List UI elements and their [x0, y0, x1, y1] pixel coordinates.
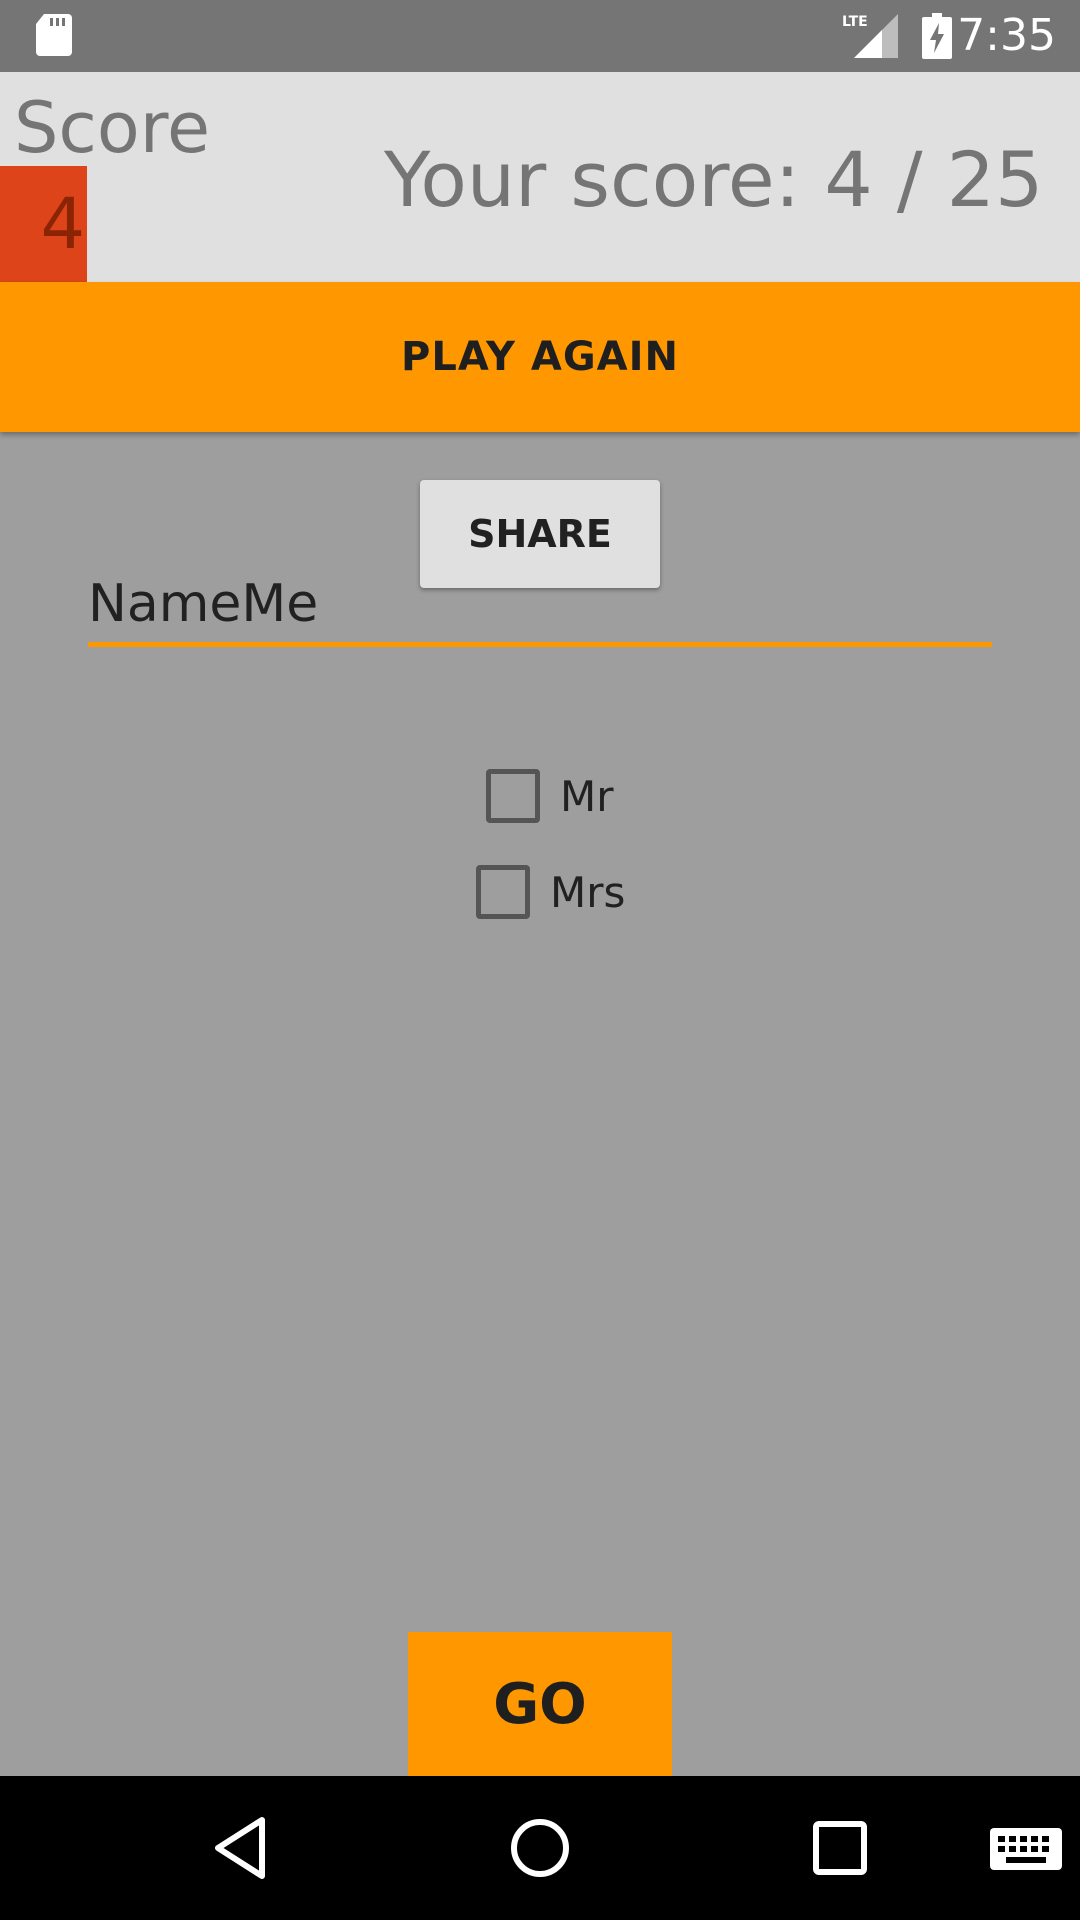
- score-title: Score: [14, 87, 211, 169]
- checkbox-mrs[interactable]: Mrs: [476, 862, 625, 922]
- svg-text:LTE: LTE: [842, 14, 868, 30]
- checkbox-mr-label: Mr: [560, 771, 614, 821]
- go-button[interactable]: GO: [408, 1632, 672, 1776]
- name-input[interactable]: [88, 566, 992, 647]
- home-icon[interactable]: [504, 1812, 576, 1884]
- navigation-bar: [0, 1776, 1080, 1920]
- recents-icon[interactable]: [804, 1812, 876, 1884]
- back-icon[interactable]: [204, 1812, 276, 1884]
- keyboard-icon[interactable]: [984, 1812, 1068, 1884]
- status-bar: LTE 7:35: [0, 0, 1080, 72]
- sd-card-icon: [36, 14, 72, 56]
- score-summary: Your score: 4 / 25: [384, 135, 1044, 224]
- checkbox-mr[interactable]: Mr: [486, 766, 614, 826]
- lte-signal-icon: LTE: [842, 14, 898, 58]
- checkbox-mrs-label: Mrs: [550, 867, 626, 917]
- clock: 7:35: [957, 10, 1056, 61]
- battery-charging-icon: [922, 13, 952, 59]
- checkbox-mrs-box[interactable]: [476, 865, 530, 919]
- checkbox-mr-box[interactable]: [486, 769, 540, 823]
- play-again-button[interactable]: PLAY AGAIN: [0, 282, 1080, 432]
- score-header: Score 4 Your score: 4 / 25: [0, 72, 1080, 282]
- score-badge: 4: [0, 166, 87, 282]
